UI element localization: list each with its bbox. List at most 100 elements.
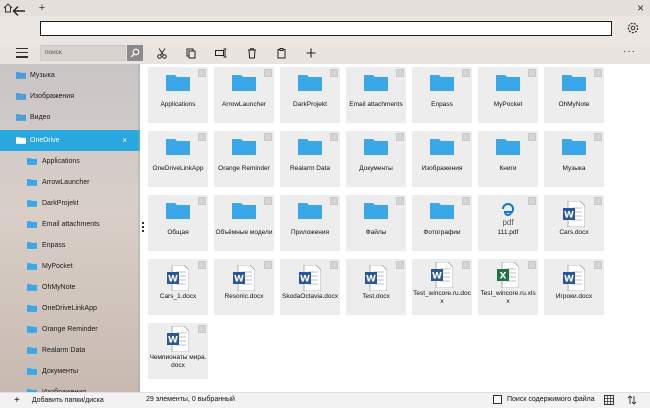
- file-tile[interactable]: X Test_wincore.ru.xlsx: [478, 259, 538, 315]
- path-input[interactable]: [40, 21, 612, 36]
- select-checkbox[interactable]: [594, 69, 602, 77]
- copy-icon[interactable]: [185, 47, 197, 59]
- select-checkbox[interactable]: [330, 133, 338, 141]
- folder-icon: [16, 92, 26, 102]
- sidebar-item[interactable]: MyPocket: [0, 256, 140, 277]
- select-checkbox[interactable]: [198, 133, 206, 141]
- select-checkbox[interactable]: [462, 261, 470, 269]
- sidebar-item[interactable]: Музыка: [0, 65, 140, 86]
- select-checkbox[interactable]: [594, 197, 602, 205]
- rename-icon[interactable]: [215, 47, 227, 59]
- file-tile[interactable]: Фотографии: [412, 195, 472, 251]
- file-tile[interactable]: W Cars_1.docx: [148, 259, 208, 315]
- file-tile[interactable]: OneDriveLinkApp: [148, 131, 208, 187]
- sidebar-item[interactable]: ArrowLauncher: [0, 172, 140, 193]
- sidebar-item[interactable]: Realarm Data: [0, 340, 140, 361]
- sort-icon[interactable]: [627, 395, 637, 405]
- pane-resize-grip[interactable]: [142, 222, 145, 236]
- select-checkbox[interactable]: [264, 261, 272, 269]
- file-tile[interactable]: Изображения: [412, 131, 472, 187]
- hamburger-menu-icon[interactable]: [16, 48, 28, 58]
- file-tile[interactable]: Realarm Data: [280, 131, 340, 187]
- select-checkbox[interactable]: [264, 133, 272, 141]
- select-checkbox[interactable]: [528, 69, 536, 77]
- file-tile[interactable]: W Test_wincore.ru.docx: [412, 259, 472, 315]
- select-checkbox[interactable]: [264, 69, 272, 77]
- select-checkbox[interactable]: [198, 197, 206, 205]
- file-tile[interactable]: Приложения: [280, 195, 340, 251]
- search-content-checkbox[interactable]: [493, 395, 502, 404]
- sidebar-item[interactable]: Видео: [0, 107, 140, 128]
- file-tile[interactable]: Orange Reminder: [214, 131, 274, 187]
- search-input[interactable]: поиск: [40, 45, 126, 61]
- select-checkbox[interactable]: [198, 261, 206, 269]
- close-icon[interactable]: ×: [122, 136, 127, 145]
- file-tile[interactable]: Файлы: [346, 195, 406, 251]
- cut-icon[interactable]: [156, 47, 168, 59]
- file-tile[interactable]: W Resonic.docx: [214, 259, 274, 315]
- file-tile[interactable]: Email attachments: [346, 67, 406, 123]
- select-checkbox[interactable]: [396, 197, 404, 205]
- sidebar-item[interactable]: Изображения: [0, 86, 140, 107]
- sidebar-item[interactable]: DarkProjekt: [0, 193, 140, 214]
- file-tile[interactable]: DarkProjekt: [280, 67, 340, 123]
- sidebar-item-onedrive[interactable]: OneDrive ×: [0, 130, 140, 151]
- file-tile[interactable]: Объёмные модели: [214, 195, 274, 251]
- select-checkbox[interactable]: [528, 197, 536, 205]
- sidebar-item[interactable]: Документы: [0, 361, 140, 382]
- select-checkbox[interactable]: [330, 69, 338, 77]
- close-window-icon[interactable]: ×: [637, 0, 644, 16]
- add-folder-button[interactable]: + Добавить папки/диска: [14, 392, 104, 408]
- file-tile[interactable]: pdf 111.pdf: [478, 195, 538, 251]
- file-tile[interactable]: Applications: [148, 67, 208, 123]
- select-checkbox[interactable]: [396, 261, 404, 269]
- file-tile[interactable]: Документы: [346, 131, 406, 187]
- sidebar-item[interactable]: OhMyNote: [0, 277, 140, 298]
- new-tab-button[interactable]: +: [36, 2, 48, 14]
- file-tile[interactable]: Общая: [148, 195, 208, 251]
- select-checkbox[interactable]: [594, 133, 602, 141]
- file-tile[interactable]: Музыка: [544, 131, 604, 187]
- select-checkbox[interactable]: [462, 197, 470, 205]
- file-tile[interactable]: OhMyNote: [544, 67, 604, 123]
- file-name: OneDriveLinkApp: [152, 165, 204, 172]
- select-checkbox[interactable]: [330, 197, 338, 205]
- select-checkbox[interactable]: [462, 69, 470, 77]
- select-checkbox[interactable]: [396, 69, 404, 77]
- file-name: Игроки.docx: [555, 293, 593, 300]
- file-tile[interactable]: ArrowLauncher: [214, 67, 274, 123]
- select-checkbox[interactable]: [594, 261, 602, 269]
- sidebar-item[interactable]: Applications: [0, 151, 140, 172]
- select-checkbox[interactable]: [528, 133, 536, 141]
- select-checkbox[interactable]: [462, 133, 470, 141]
- file-tile[interactable]: MyPocket: [478, 67, 538, 123]
- sidebar-item[interactable]: OneDriveLinkApp: [0, 298, 140, 319]
- sidebar-item[interactable]: Orange Reminder: [0, 319, 140, 340]
- more-options-icon[interactable]: ···: [623, 46, 636, 57]
- file-tile[interactable]: W Чемпионаты мира.docx: [148, 323, 208, 379]
- select-checkbox[interactable]: [330, 261, 338, 269]
- file-name: Cars.docx: [559, 229, 589, 236]
- file-tile[interactable]: Enpass: [412, 67, 472, 123]
- paste-icon[interactable]: [276, 47, 288, 59]
- search-button[interactable]: [127, 45, 143, 61]
- file-tile[interactable]: W Test.docx: [346, 259, 406, 315]
- select-checkbox[interactable]: [528, 261, 536, 269]
- gear-icon[interactable]: [626, 21, 640, 35]
- select-checkbox[interactable]: [396, 133, 404, 141]
- back-button[interactable]: [12, 4, 32, 22]
- sidebar-item[interactable]: Enpass: [0, 235, 140, 256]
- select-checkbox[interactable]: [198, 325, 206, 333]
- file-tile[interactable]: Книги: [478, 131, 538, 187]
- file-name: Resonic.docx: [224, 293, 264, 300]
- file-tile[interactable]: W SkodaOctavia.docx: [280, 259, 340, 315]
- select-checkbox[interactable]: [264, 197, 272, 205]
- sidebar-item[interactable]: Email attachments: [0, 214, 140, 235]
- grid-view-icon[interactable]: [604, 395, 614, 405]
- select-checkbox[interactable]: [198, 69, 206, 77]
- delete-icon[interactable]: [246, 47, 258, 59]
- file-tile[interactable]: W Cars.docx: [544, 195, 604, 251]
- pdf-badge: pdf: [502, 218, 514, 227]
- add-icon[interactable]: [305, 47, 317, 59]
- file-tile[interactable]: W Игроки.docx: [544, 259, 604, 315]
